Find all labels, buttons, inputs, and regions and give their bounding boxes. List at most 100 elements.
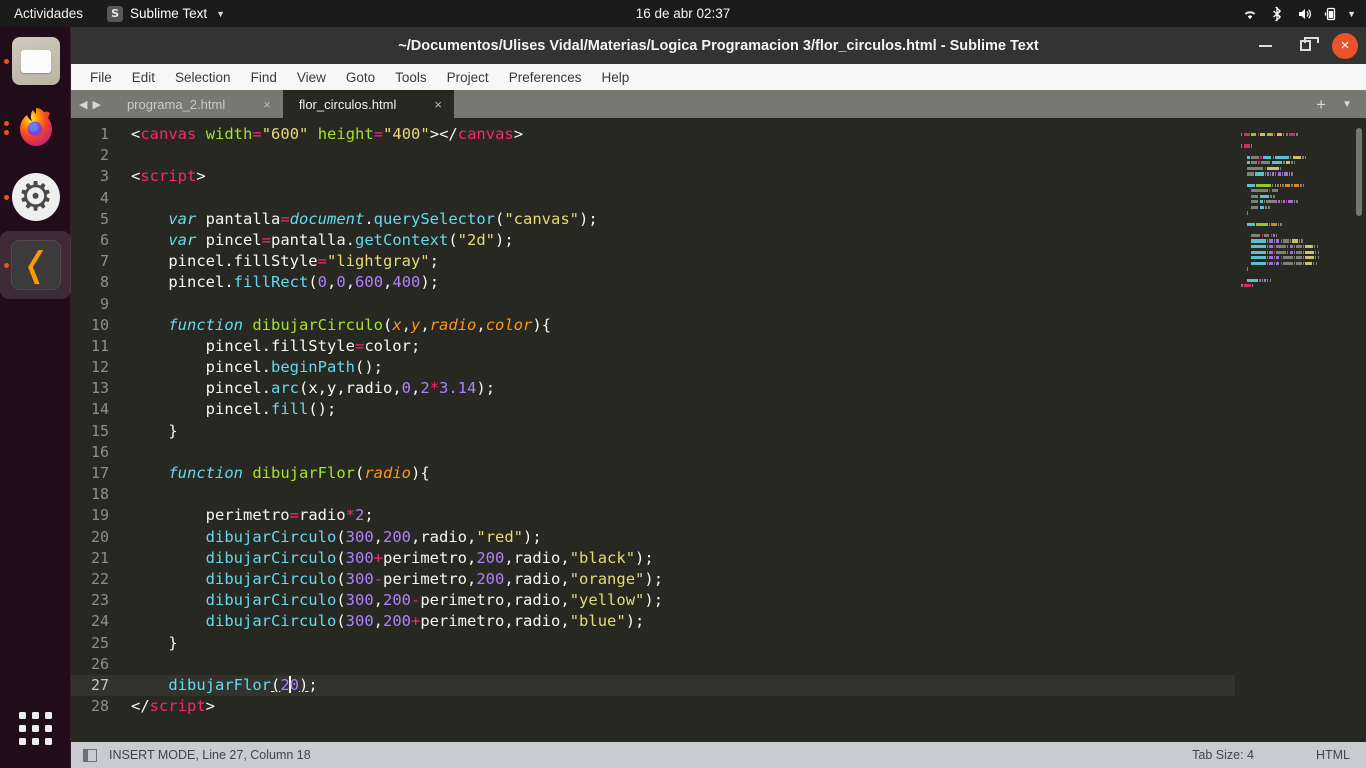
minimap-line: [1241, 216, 1366, 226]
sidebar-toggle-icon[interactable]: [83, 748, 97, 762]
token-plain: pincel.: [131, 273, 234, 292]
menu-item-preferences[interactable]: Preferences: [500, 67, 591, 88]
code-line[interactable]: function dibujarFlor(radio){: [121, 463, 1235, 484]
token-punc: (: [495, 209, 505, 228]
tab-nav-prev-icon[interactable]: ◀: [79, 98, 87, 111]
volume-icon: [1299, 8, 1312, 19]
line-number-gutter: 1 2 3 4 5 6 7 8 9 10 11 12 13 14 15 16 17 18 19 20 21 22 23 24 2…: [71, 118, 121, 742]
token-plain: pantalla: [196, 209, 281, 228]
tab-close-icon[interactable]: ×: [416, 97, 442, 112]
code-line[interactable]: dibujarCirculo(300,200+perimetro,radio,"…: [121, 611, 1235, 632]
menu-item-goto[interactable]: Goto: [337, 67, 384, 88]
code-line[interactable]: function dibujarCirculo(x,y,radio,color)…: [121, 315, 1235, 336]
code-line[interactable]: var pantalla=document.querySelector("can…: [121, 209, 1235, 230]
minimap-scrollbar[interactable]: [1356, 128, 1362, 216]
activities-button[interactable]: Actividades: [0, 6, 97, 21]
token-punc: ,: [476, 315, 486, 334]
show-applications-button[interactable]: [0, 698, 71, 758]
token-plain: }: [131, 633, 178, 652]
dock-item-sublime-text[interactable]: ❬: [0, 231, 71, 299]
token-punc: ,: [383, 273, 393, 292]
menu-item-help[interactable]: Help: [593, 67, 639, 88]
menu-item-file[interactable]: File: [81, 67, 121, 88]
close-button[interactable]: ×: [1332, 32, 1358, 59]
menu-item-find[interactable]: Find: [242, 67, 286, 88]
maximize-button[interactable]: [1292, 33, 1319, 59]
menu-item-tools[interactable]: Tools: [386, 67, 436, 88]
dock-item-firefox[interactable]: [0, 95, 71, 163]
syntax-button[interactable]: HTML: [1316, 748, 1350, 762]
token-plain: ;: [532, 527, 542, 546]
token-plain: pincel.: [131, 358, 271, 377]
menu-item-view[interactable]: View: [288, 67, 335, 88]
code-line[interactable]: dibujarFlor(20);: [121, 674, 1235, 697]
minimap[interactable]: [1235, 118, 1366, 742]
tab-programa_2-html[interactable]: programa_2.html ×: [111, 90, 283, 118]
token-tag: canvas: [140, 125, 197, 143]
status-bar: INSERT MODE, Line 27, Column 18 Tab Size…: [71, 742, 1366, 768]
token-num: 0: [401, 379, 411, 398]
tab-list-dropdown-icon[interactable]: ▼: [1342, 99, 1352, 110]
token-punc: (: [336, 569, 346, 588]
code-line[interactable]: pincel.fillStyle="lightgray";: [121, 251, 1235, 272]
tab-size-button[interactable]: Tab Size: 4: [1192, 748, 1254, 762]
menu-item-project[interactable]: Project: [438, 67, 498, 88]
code-line[interactable]: [121, 654, 1235, 675]
code-line[interactable]: dibujarCirculo(300-perimetro,200,radio,"…: [121, 569, 1235, 590]
token-plain: }: [131, 421, 178, 440]
token-punc: ): [420, 273, 430, 292]
code-line[interactable]: }: [121, 421, 1235, 442]
token-punc: ,: [420, 315, 430, 334]
tab-close-icon[interactable]: ×: [245, 97, 271, 112]
tab-nav-arrows[interactable]: ◀ ▶: [71, 90, 111, 118]
code-line[interactable]: dibujarCirculo(300,200-perimetro,radio,"…: [121, 590, 1235, 611]
menu-item-edit[interactable]: Edit: [123, 67, 164, 88]
token-plain: perimetro: [131, 506, 290, 525]
code-line[interactable]: pincel.fillRect(0,0,600,400);: [121, 272, 1235, 293]
minimize-button[interactable]: [1252, 33, 1278, 59]
code-line[interactable]: [121, 484, 1235, 505]
dock-item-settings[interactable]: ⚙: [0, 163, 71, 231]
code-line[interactable]: <script>: [121, 166, 1235, 187]
code-line[interactable]: [121, 145, 1235, 166]
code-line[interactable]: var pincel=pantalla.getContext("2d");: [121, 230, 1235, 251]
new-tab-button[interactable]: +: [1316, 96, 1326, 113]
line-number: 8: [99, 273, 109, 292]
editor-area: 1 2 3 4 5 6 7 8 9 10 11 12 13 14 15 16 17 18 19 20 21 22 23 24 2…: [71, 118, 1366, 742]
code-line[interactable]: <canvas width="600" height="400"></canva…: [121, 124, 1235, 145]
chevron-down-icon: ▼: [1347, 8, 1356, 19]
code-line[interactable]: </script>: [121, 696, 1235, 717]
tab-flor_circulos-html[interactable]: flor_circulos.html ×: [282, 90, 454, 118]
code-line[interactable]: pincel.fillStyle=color;: [121, 336, 1235, 357]
code-line[interactable]: dibujarCirculo(300+perimetro,200,radio,"…: [121, 548, 1235, 569]
code-line[interactable]: pincel.arc(x,y,radio,0,2*3.14);: [121, 378, 1235, 399]
token-plain: pincel.fillStyle: [131, 336, 355, 355]
token-op: +: [373, 548, 383, 567]
menu-item-selection[interactable]: Selection: [166, 67, 240, 88]
code-editor[interactable]: <canvas width="600" height="400"></canva…: [121, 118, 1235, 742]
code-line[interactable]: pincel.beginPath();: [121, 357, 1235, 378]
code-line[interactable]: pincel.fill();: [121, 399, 1235, 420]
code-line[interactable]: perimetro=radio*2;: [121, 505, 1235, 526]
system-tray[interactable]: ▼: [1242, 6, 1356, 22]
dock-item-files[interactable]: [0, 27, 71, 95]
token-punc: (: [298, 379, 309, 398]
token-meth: fillRect: [233, 273, 309, 292]
code-line[interactable]: [121, 294, 1235, 315]
app-menu[interactable]: S Sublime Text ▼: [107, 5, 225, 22]
code-line[interactable]: }: [121, 633, 1235, 654]
token-op: +: [411, 612, 421, 631]
tab-nav-next-icon[interactable]: ▶: [92, 98, 100, 111]
token-punc: (: [448, 230, 458, 249]
code-line[interactable]: [121, 188, 1235, 209]
token-plain: ;: [326, 400, 337, 419]
code-line[interactable]: [121, 442, 1235, 463]
code-line[interactable]: dibujarCirculo(300,200,radio,"red");: [121, 527, 1235, 548]
token-kw: function: [168, 315, 243, 334]
token-attr: height: [317, 125, 374, 143]
token-num: 300: [345, 527, 374, 546]
token-punc: ): [532, 315, 542, 334]
